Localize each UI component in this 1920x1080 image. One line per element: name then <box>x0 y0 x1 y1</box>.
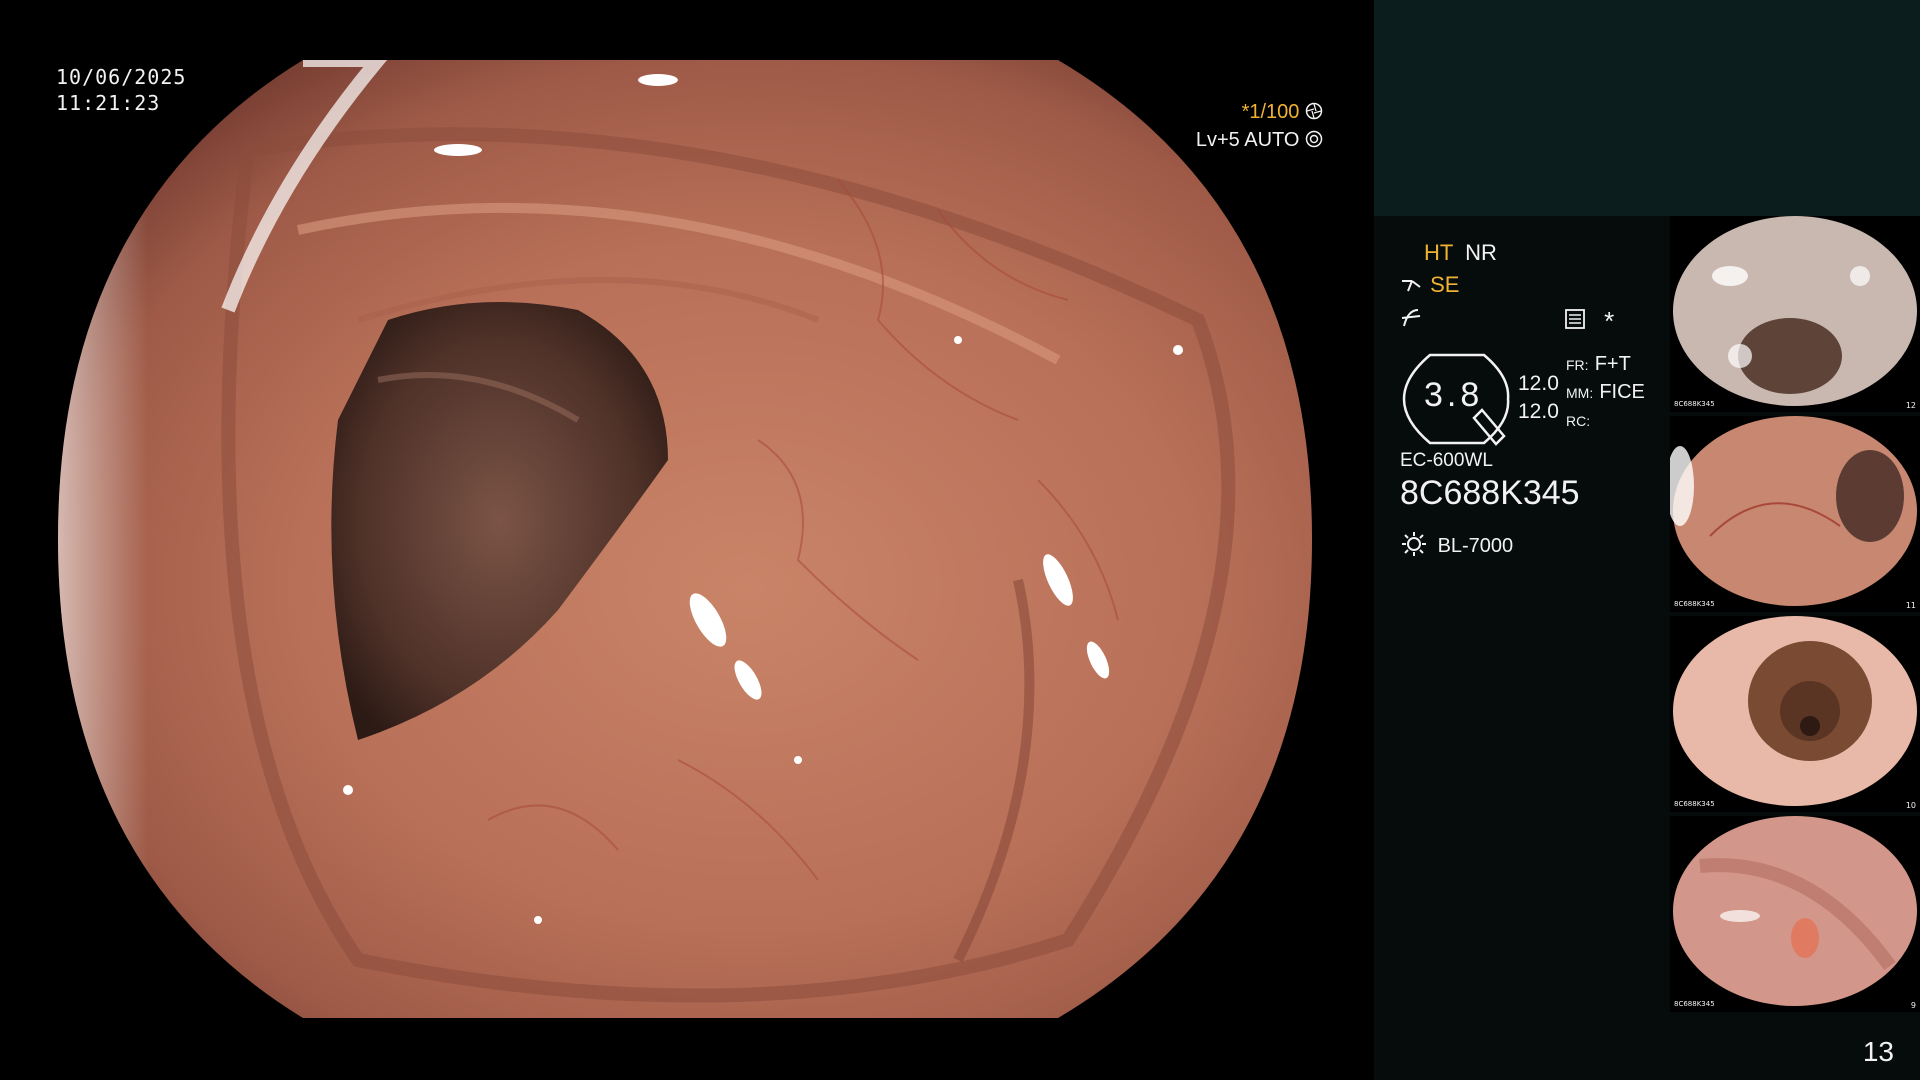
structure-enhance-icon <box>1402 280 1421 292</box>
date-text: 10/06/2025 <box>56 65 187 89</box>
iris-mode-text: AUTO <box>1244 129 1300 151</box>
thumbnail-image <box>1673 616 1917 806</box>
shutter-speed-text: *1/100 <box>1241 101 1300 123</box>
scope-serial: 8C688K345 <box>1400 474 1580 512</box>
thumbnail-index: 11 <box>1905 601 1916 610</box>
thumbnail-serial: 8C688K345 <box>1674 400 1715 408</box>
colon-endoscopy-image <box>58 60 1312 1018</box>
thumbnail-index: 9 <box>1910 1001 1916 1010</box>
thumbnail-image <box>1673 216 1917 406</box>
iris-icon <box>1305 130 1323 148</box>
thumbnail-image <box>1673 816 1917 1006</box>
star-label: * <box>1604 306 1615 336</box>
thumbnail-9[interactable]: 8C688K345 9 <box>1670 816 1920 1012</box>
thumbnail-serial: 8C688K345 <box>1674 800 1715 808</box>
level-text: Lv+5 <box>1195 129 1240 151</box>
rc-label: RC: <box>1566 413 1591 429</box>
nr-label: NR <box>1465 240 1497 265</box>
thumbnail-serial: 8C688K345 <box>1674 1000 1715 1008</box>
zoom-badge: 3.8 <box>1400 352 1514 452</box>
thumbnail-12[interactable]: 8C688K345 12 <box>1670 216 1920 412</box>
zoom-value: 3.8 <box>1424 376 1484 414</box>
mm-value: FICE <box>1599 381 1645 403</box>
thumbnail-10[interactable]: 8C688K345 10 <box>1670 616 1920 812</box>
scope-model: EC-600WL <box>1400 450 1493 471</box>
time-text: 11:21:23 <box>56 91 161 115</box>
thumbnail-index: 12 <box>1905 401 1916 410</box>
thumbnail-index: 10 <box>1905 801 1916 810</box>
page-number: 13 <box>1862 1036 1894 1067</box>
date-time-overlay: 10/06/2025 11:21:23 <box>56 64 186 116</box>
light-source-icon <box>1402 532 1426 556</box>
enhancement-curve-icon <box>1401 309 1421 327</box>
exposure-overlay: *1/100 Lv+5 AUTO <box>1196 98 1323 154</box>
se-label: SE <box>1430 272 1460 297</box>
fr-label: FR: <box>1566 357 1589 373</box>
settings-list-icon <box>1565 309 1585 329</box>
mm-label: MM: <box>1566 385 1594 401</box>
thumbnail-serial: 8C688K345 <box>1674 600 1715 608</box>
fr-value: F+T <box>1594 353 1631 375</box>
shutter-icon <box>1305 102 1323 120</box>
ht-label: HT <box>1424 240 1453 265</box>
thumbnail-image <box>1670 416 1917 606</box>
sidebar-header-area <box>1374 0 1920 216</box>
value-1: 12.0 <box>1518 372 1559 395</box>
light-source-label: BL-7000 <box>1437 535 1514 557</box>
thumbnail-11[interactable]: 8C688K345 11 <box>1670 416 1920 612</box>
value-2: 12.0 <box>1518 400 1559 423</box>
main-endoscopy-view: 10/06/2025 11:21:23 *1/100 Lv+5 AUTO <box>0 0 1372 1080</box>
